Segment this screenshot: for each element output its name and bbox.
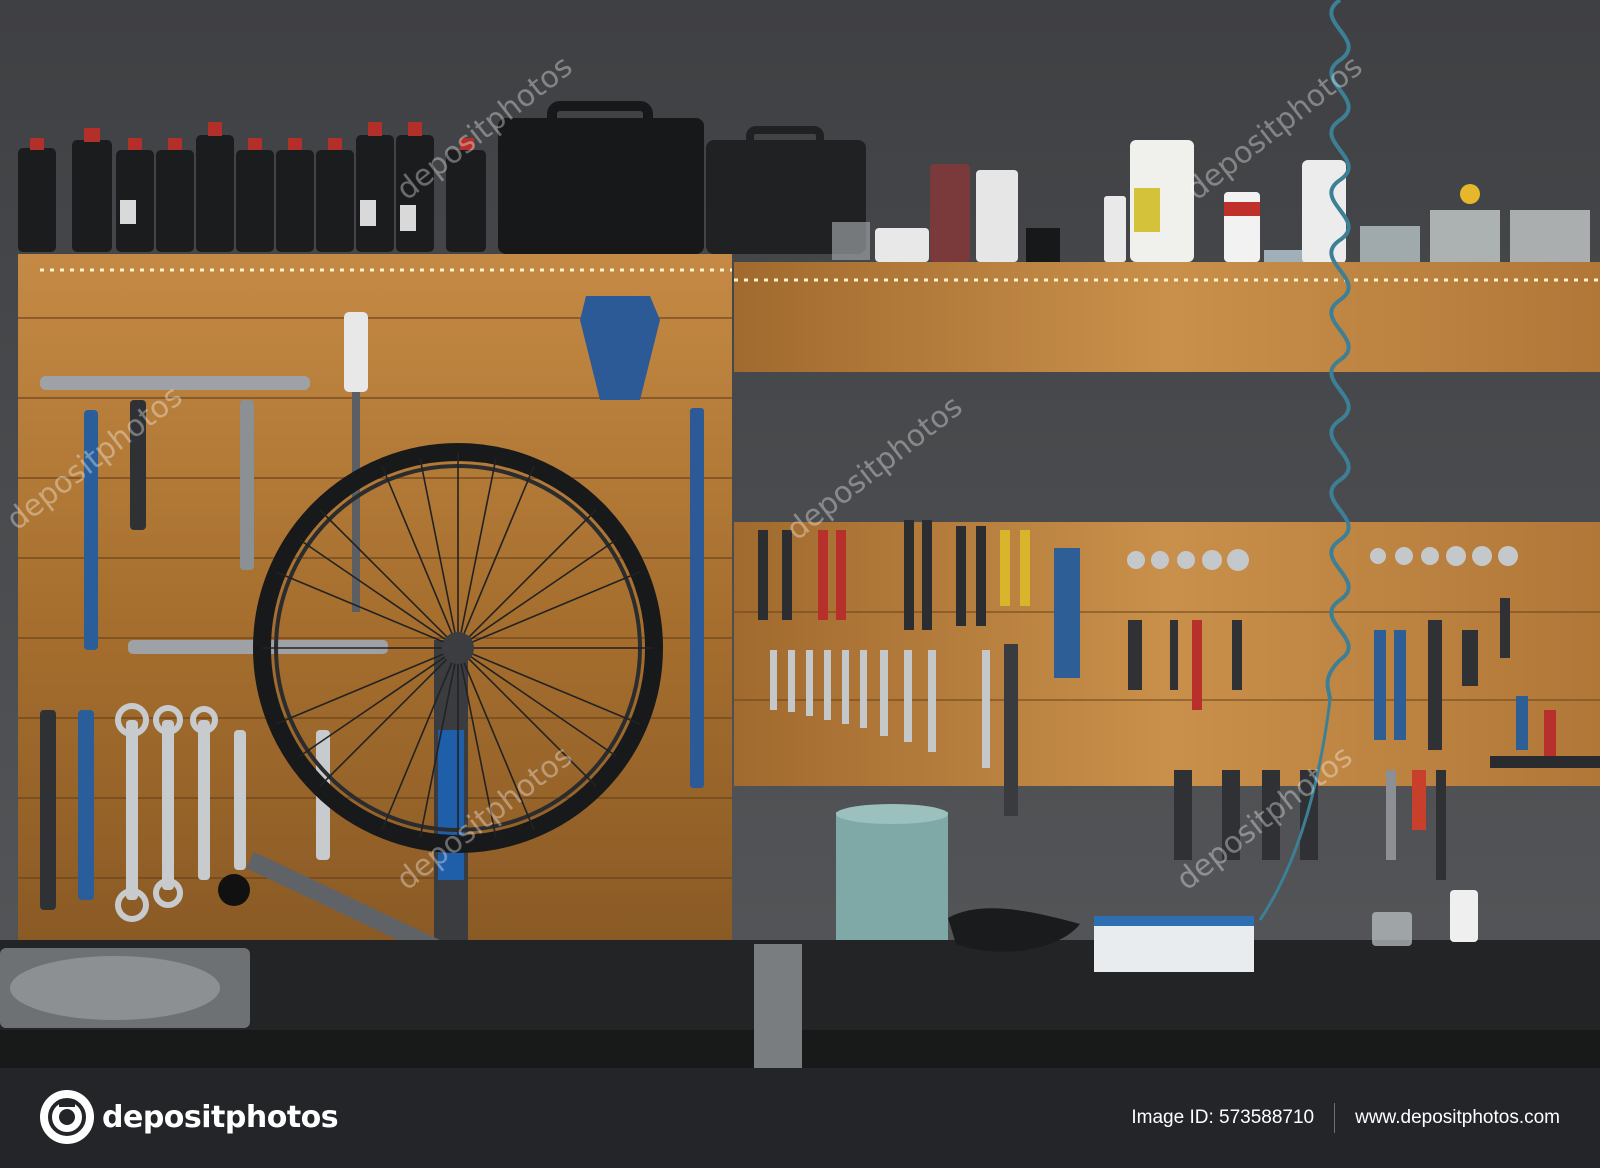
footer-bar: depositphotos Image ID: 573588710 www.de…	[0, 1068, 1600, 1168]
divider	[1334, 1103, 1336, 1133]
stock-photo: depositphotos depositphotos depositphoto…	[0, 0, 1600, 1068]
bicycle-wheel	[253, 443, 663, 853]
tool-cases	[498, 101, 866, 254]
oil-bottles	[18, 122, 486, 252]
image-id: Image ID: 573588710	[1131, 1107, 1315, 1128]
paper-roll	[836, 812, 948, 940]
site-link[interactable]: www.depositphotos.com	[1355, 1107, 1560, 1129]
brand-logo[interactable]: depositphotos	[40, 1090, 339, 1144]
brand-name: depositphotos	[102, 1099, 339, 1135]
camera-aperture-icon	[40, 1090, 94, 1144]
